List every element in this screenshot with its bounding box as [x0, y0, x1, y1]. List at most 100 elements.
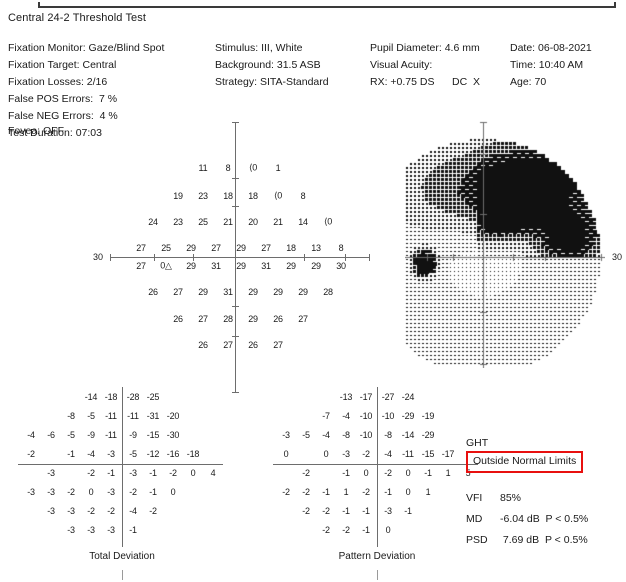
td-value: -2	[129, 487, 137, 497]
threshold-value: 23	[198, 191, 208, 201]
pd-value: -2	[322, 506, 330, 516]
threshold-value: 29	[236, 243, 246, 253]
pd-value: -19	[421, 411, 435, 421]
pd-caption-stem-top	[377, 521, 378, 547]
td-value: -3	[129, 468, 137, 478]
td-value: -3	[67, 506, 75, 516]
pd-value: -8	[342, 430, 350, 440]
pd-horizontal-axis	[273, 464, 478, 465]
td-value: -16	[166, 449, 180, 459]
threshold-value: 29	[186, 243, 196, 253]
grayscale-plot: 30	[405, 118, 622, 368]
grayscale-axis-label-30: 30	[611, 252, 623, 262]
threshold-tick-left-3	[193, 254, 194, 261]
td-value: -9	[87, 430, 95, 440]
threshold-value: 8	[225, 163, 231, 173]
threshold-value: 21	[223, 217, 233, 227]
threshold-value: 14	[298, 217, 308, 227]
td-value: -4	[129, 506, 137, 516]
threshold-value: 26	[273, 314, 283, 324]
td-value: 0	[88, 487, 94, 497]
pd-value: 0	[283, 449, 289, 459]
td-value: -2	[149, 506, 157, 516]
date-text: Date: 06-08-2021	[510, 42, 592, 54]
threshold-value: 26	[198, 340, 208, 350]
threshold-value: 31	[261, 261, 271, 271]
pd-value: -2	[302, 487, 310, 497]
td-value: -28	[126, 392, 140, 402]
threshold-value: 29	[311, 261, 321, 271]
td-value: -3	[47, 506, 55, 516]
threshold-tick-left-end	[110, 254, 111, 261]
td-value: -1	[149, 468, 157, 478]
vfi-value: 85%	[500, 492, 522, 504]
pd-vertical-axis	[377, 387, 378, 539]
td-value: -14	[84, 392, 98, 402]
td-value: -3	[67, 525, 75, 535]
threshold-value: 24	[148, 217, 158, 227]
pd-value: -15	[421, 449, 435, 459]
pd-value: 1	[343, 487, 349, 497]
threshold-tick-right-2	[345, 254, 346, 261]
threshold-tick-upper2	[232, 206, 239, 207]
pd-caption-stem-bottom	[377, 570, 378, 580]
td-value: -2	[87, 468, 95, 478]
threshold-value: 18	[223, 191, 233, 201]
pd-value: -11	[402, 449, 414, 459]
threshold-value: 26	[173, 314, 183, 324]
td-value: -9	[129, 430, 137, 440]
psd-label: PSD	[466, 534, 488, 546]
ght-result-badge: Outside Normal Limits	[466, 451, 584, 473]
td-value: -3	[47, 487, 55, 497]
threshold-value: 28	[223, 314, 233, 324]
ght-block: GHT Outside Normal Limits	[466, 437, 626, 473]
test-parameters-column-4: Date: 06-08-2021 Time: 10:40 AM Age: 70	[510, 40, 592, 91]
threshold-value: 27	[136, 243, 146, 253]
pd-value: -2	[342, 525, 350, 535]
td-value: -1	[67, 449, 75, 459]
td-value: -3	[107, 487, 115, 497]
threshold-horizontal-axis	[110, 257, 370, 258]
vfi-label: VFI	[466, 492, 483, 504]
pd-value: -29	[421, 430, 435, 440]
td-value: -18	[104, 392, 118, 402]
pd-value: -4	[384, 449, 392, 459]
threshold-value: 19	[173, 191, 183, 201]
pd-value: -13	[339, 392, 353, 402]
threshold-tick-top	[232, 122, 239, 123]
pd-value: -10	[359, 430, 373, 440]
td-value: -3	[47, 468, 55, 478]
td-value: -11	[105, 430, 117, 440]
td-value: -4	[27, 430, 35, 440]
threshold-value: 29	[198, 287, 208, 297]
threshold-value: 29	[248, 287, 258, 297]
td-value: -4	[87, 449, 95, 459]
pd-value: 0	[405, 468, 411, 478]
threshold-value: 21	[273, 217, 283, 227]
threshold-value: 30	[336, 261, 346, 271]
threshold-value: 29	[273, 287, 283, 297]
md-value: -6.04 dB P < 0.5%	[500, 513, 589, 525]
pd-value: -8	[384, 430, 392, 440]
pd-value: -3	[282, 430, 290, 440]
td-value: 0	[170, 487, 176, 497]
td-value: -8	[67, 411, 75, 421]
pd-value: -2	[384, 468, 392, 478]
threshold-axis-label-30: 30	[92, 252, 104, 262]
td-value: -3	[107, 525, 115, 535]
threshold-value: 27	[136, 261, 146, 271]
td-value: -18	[186, 449, 200, 459]
td-value: -20	[166, 411, 180, 421]
td-value: -11	[127, 411, 139, 421]
threshold-value: 27	[211, 243, 221, 253]
pd-value: 0	[323, 449, 329, 459]
td-vertical-axis	[122, 387, 123, 539]
threshold-sensitivity-plot: 30 11 8 ⟨0 1 19 23 18 18 ⟨0 8 24 23 25 21 20 21 14 ⟨0 27 25…	[0, 0, 400, 393]
pd-caption: Pattern Deviation	[338, 551, 416, 562]
psd-row: PSD 7.69 dB P < 0.5%	[466, 534, 588, 546]
td-value: -31	[146, 411, 160, 421]
pd-value: -1	[362, 525, 370, 535]
td-value: 4	[210, 468, 216, 478]
threshold-value: ⟨0	[248, 162, 258, 173]
threshold-value: 0△	[160, 260, 172, 271]
